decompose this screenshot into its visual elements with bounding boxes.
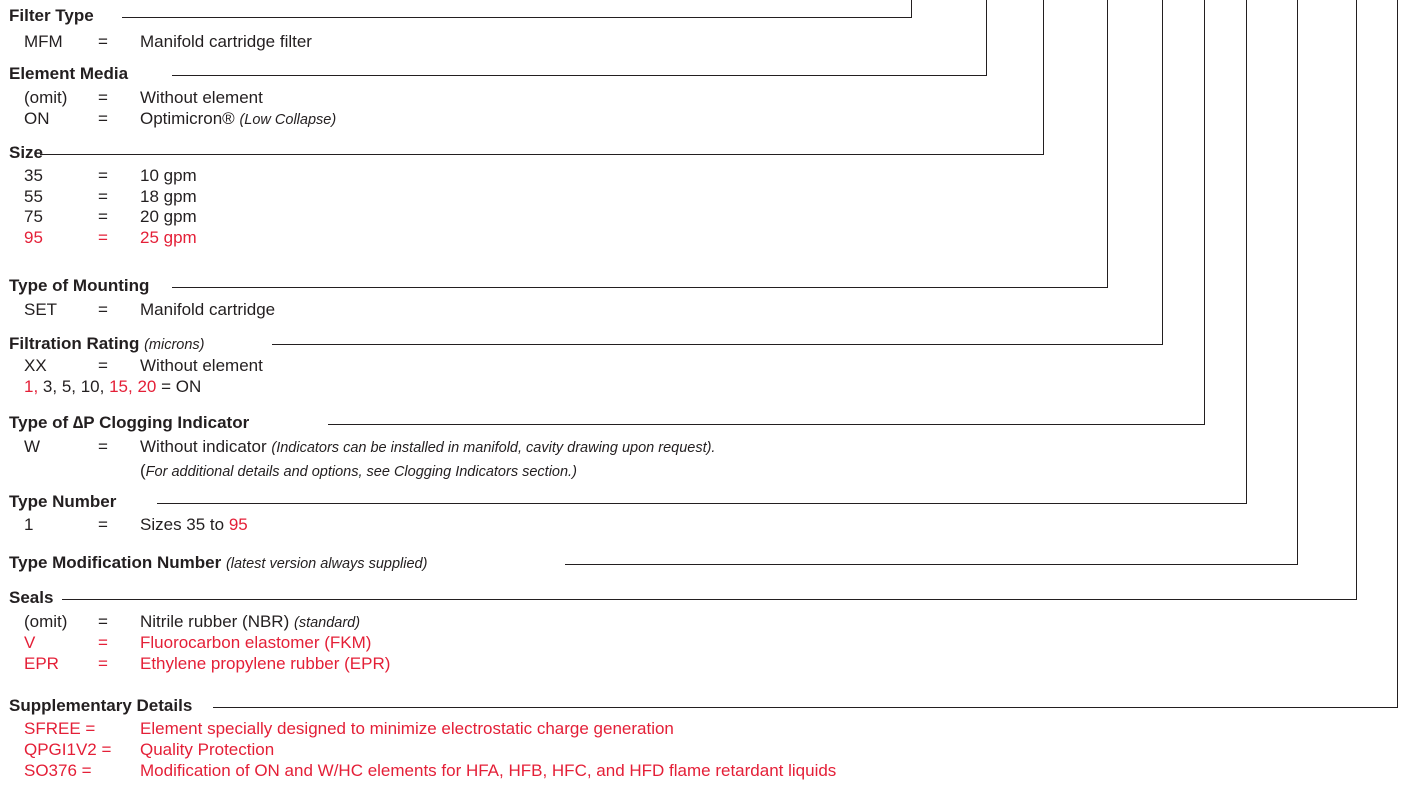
- desc-epr: Ethylene propylene rubber (EPR): [140, 654, 391, 673]
- rating-3-5-10: 3, 5, 10,: [42, 377, 105, 396]
- desc-sfree: Element specially designed to minimize e…: [140, 719, 674, 738]
- desc-sizes: Sizes 35 to 95: [140, 515, 248, 535]
- code-epr: EPR: [24, 654, 59, 673]
- equals-sign: =: [98, 32, 108, 51]
- code-set: SET: [24, 300, 58, 319]
- code-so376: SO376 =: [24, 761, 92, 780]
- code-on: ON: [24, 109, 50, 128]
- code-1: 1: [24, 515, 34, 534]
- desc-nbr-text: Nitrile rubber (NBR): [140, 612, 290, 631]
- desc-sizes-text: Sizes 35 to: [140, 515, 225, 534]
- section-title-type-modification-number: Type Modification Number (latest version…: [9, 553, 427, 573]
- equals-sign: =: [98, 437, 108, 456]
- section-title-filtration-rating: Filtration Rating (microns): [9, 334, 204, 354]
- rating-suffix: = ON: [161, 377, 202, 396]
- equals-sign: =: [98, 633, 108, 652]
- equals-sign: =: [98, 207, 108, 226]
- note-standard: (standard): [293, 615, 361, 631]
- code-omit-seals: (omit): [24, 612, 68, 631]
- equals-sign: =: [98, 228, 108, 247]
- desc-optimicron-text: Optimicron®: [140, 109, 235, 128]
- code-sfree: SFREE =: [24, 719, 96, 738]
- equals-sign: =: [98, 300, 108, 319]
- code-v: V: [24, 633, 36, 652]
- note-latest-version: (latest version always supplied): [225, 556, 428, 572]
- equals-sign: =: [98, 187, 108, 206]
- ratings-line: 1, 3, 5, 10, 15, 20 = ON: [24, 377, 201, 397]
- desc-without-element: Without element: [140, 88, 263, 107]
- code-55: 55: [24, 187, 43, 206]
- equals-sign: =: [98, 88, 108, 107]
- desc-quality-protection: Quality Protection: [140, 740, 275, 759]
- equals-sign: =: [98, 654, 108, 673]
- note-additional-details: (For additional details and options, see…: [140, 461, 577, 481]
- type-modification-title: Type Modification Number: [9, 553, 222, 572]
- note-microns: (microns): [144, 337, 205, 353]
- desc-so376: Modification of ON and W/HC elements for…: [140, 761, 837, 780]
- section-title-seals: Seals: [9, 588, 54, 607]
- note-clogging-section: For additional details and options, see …: [145, 464, 577, 480]
- section-title-clogging-indicator: Type of ∆P Clogging Indicator: [9, 413, 250, 432]
- equals-sign: =: [98, 166, 108, 185]
- section-title-filter-type: Filter Type: [9, 6, 94, 25]
- rating-15-20: 15, 20: [109, 377, 157, 396]
- desc-xx-without-element: Without element: [140, 356, 263, 375]
- section-title-size: Size: [9, 143, 44, 162]
- code-w: W: [24, 437, 41, 456]
- desc-18gpm: 18 gpm: [140, 187, 197, 206]
- section-title-type-number: Type Number: [9, 492, 117, 511]
- code-35: 35: [24, 166, 43, 185]
- code-75: 75: [24, 207, 43, 226]
- desc-25gpm: 25 gpm: [140, 228, 197, 247]
- desc-20gpm: 20 gpm: [140, 207, 197, 226]
- code-mfm: MFM: [24, 32, 63, 51]
- section-title-element-media: Element Media: [9, 64, 129, 83]
- desc-10gpm: 10 gpm: [140, 166, 197, 185]
- equals-sign: =: [98, 109, 108, 128]
- desc-mfm: Manifold cartridge filter: [140, 32, 312, 51]
- code-xx: XX: [24, 356, 47, 375]
- desc-without-indicator-text: Without indicator: [140, 437, 267, 456]
- code-omit: (omit): [24, 88, 68, 107]
- desc-optimicron: Optimicron® (Low Collapse): [140, 109, 336, 129]
- equals-sign: =: [98, 356, 108, 375]
- equals-sign: =: [98, 612, 108, 631]
- code-qpgi1v2: QPGI1V2 =: [24, 740, 112, 759]
- rating-1: 1,: [24, 377, 39, 396]
- desc-nbr: Nitrile rubber (NBR) (standard): [140, 612, 360, 632]
- note-indicators-installed: (Indicators can be installed in manifold…: [271, 440, 716, 456]
- note-low-collapse: (Low Collapse): [239, 112, 337, 128]
- code-95: 95: [24, 228, 43, 247]
- section-title-supplementary-details: Supplementary Details: [9, 696, 193, 715]
- filtration-rating-title: Filtration Rating: [9, 334, 140, 353]
- desc-sizes-95: 95: [228, 515, 248, 534]
- desc-fkm: Fluorocarbon elastomer (FKM): [140, 633, 372, 652]
- desc-without-indicator: Without indicator (Indicators can be ins…: [140, 437, 715, 457]
- equals-sign: =: [98, 515, 108, 534]
- desc-manifold-cartridge: Manifold cartridge: [140, 300, 276, 319]
- section-title-type-of-mounting: Type of Mounting: [9, 276, 150, 295]
